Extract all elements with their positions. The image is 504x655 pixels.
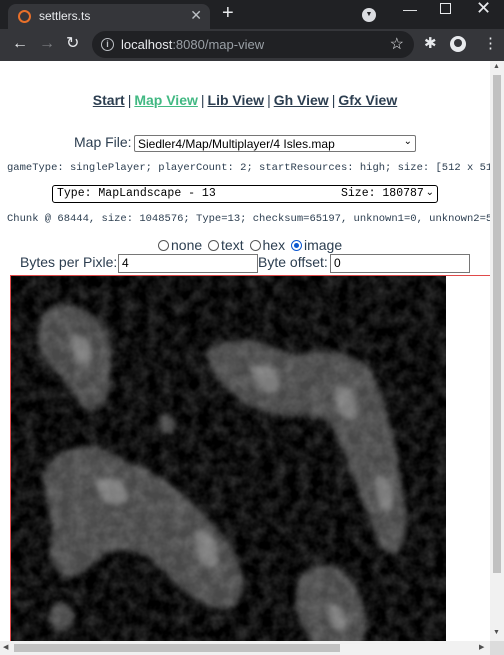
map-landscape-render — [11, 276, 446, 655]
radio-button[interactable] — [208, 240, 220, 251]
kebab-menu-icon[interactable]: ⋮ — [483, 34, 498, 52]
bookmark-star-icon[interactable]: ☆ — [390, 34, 404, 54]
radio-button-checked[interactable] — [290, 240, 302, 251]
site-info-icon[interactable]: i — [101, 38, 114, 51]
browser-titlebar: settlers.ts ✕ + ▼ — ✕ — [0, 0, 504, 29]
nav-link-map-view[interactable]: Map View — [134, 92, 198, 108]
scroll-left-arrow-icon[interactable]: ◀ — [3, 643, 8, 651]
nav-link-lib-view[interactable]: Lib View — [208, 92, 265, 108]
scroll-up-arrow-icon[interactable]: ▲ — [493, 63, 500, 70]
address-bar[interactable]: i localhost:8080/map-view ☆ — [92, 31, 414, 58]
horizontal-scrollbar[interactable]: ◀ ▶ — [0, 641, 490, 655]
radio-option-hex[interactable]: hex — [249, 237, 285, 253]
byte-offset-label: Byte offset: — [258, 254, 328, 270]
radio-option-text[interactable]: text — [208, 237, 244, 253]
view-mode-radio-group: none text hex image — [158, 237, 344, 253]
window-maximize-button[interactable] — [440, 3, 451, 14]
radio-button[interactable] — [249, 240, 261, 251]
back-arrow-icon[interactable]: ← — [12, 34, 28, 54]
vertical-scroll-thumb[interactable] — [493, 75, 501, 573]
forward-arrow-icon[interactable]: → — [39, 34, 55, 54]
radio-option-image[interactable]: image — [290, 237, 342, 253]
scroll-right-arrow-icon[interactable]: ▶ — [479, 643, 484, 651]
page-content: Start | Map View | Lib View | Gh View | Gfx View… — [0, 61, 504, 655]
chunk-info: Chunk @ 68444, size: 1048576; Type=13; c… — [7, 213, 504, 225]
radio-button[interactable] — [158, 240, 169, 251]
chunk-select[interactable]: Type: MapLandscape - 13 Size: 180787 ⌄ — [52, 185, 438, 203]
map-file-select[interactable]: Siedler4/Map/Multiplayer/4 Isles.map ⌄ — [134, 135, 416, 152]
app-favicon-icon — [18, 10, 31, 23]
map-landscape-image — [11, 276, 446, 655]
browser-tab[interactable]: settlers.ts ✕ — [8, 4, 210, 29]
radio-option-none[interactable]: none — [158, 237, 202, 253]
vertical-scrollbar[interactable]: ▲ ▼ — [490, 61, 504, 641]
chunk-type-text: Type: MapLandscape - 13 — [57, 187, 216, 200]
scroll-down-arrow-icon[interactable]: ▼ — [493, 629, 500, 636]
chunk-size-text: Size: 180787 — [341, 187, 424, 200]
tab-search-icon[interactable]: ▼ — [362, 8, 376, 22]
browser-toolbar: ← → ↻ i localhost:8080/map-view ☆ ✱ ⋮ — [0, 29, 504, 61]
nav-link-gfx-view[interactable]: Gfx View — [338, 92, 397, 108]
new-tab-button[interactable]: + — [222, 2, 234, 24]
profile-avatar-icon[interactable] — [450, 36, 466, 52]
window-minimize-button[interactable]: — — [403, 1, 417, 17]
url-text[interactable]: localhost:8080/map-view — [121, 37, 264, 52]
map-file-label: Map File: — [74, 134, 132, 150]
reload-icon[interactable]: ↻ — [66, 34, 79, 54]
extensions-puzzle-icon[interactable]: ✱ — [424, 34, 437, 52]
horizontal-scroll-thumb[interactable] — [14, 644, 340, 652]
tab-title: settlers.ts — [39, 9, 91, 23]
byte-offset-input[interactable]: 0 — [330, 254, 470, 273]
bytes-per-pixle-label: Bytes per Pixle: — [20, 254, 118, 270]
chevron-down-icon: ⌄ — [425, 187, 434, 198]
nav-link-start[interactable]: Start — [93, 92, 125, 108]
nav-link-gh-view[interactable]: Gh View — [274, 92, 329, 108]
main-nav: Start | Map View | Lib View | Gh View | Gfx View — [92, 92, 398, 108]
chevron-down-icon: ⌄ — [403, 136, 412, 147]
map-meta-info: gameType: singlePlayer; playerCount: 2; … — [7, 162, 504, 174]
scrollbar-corner — [490, 641, 504, 655]
bytes-per-pixle-input[interactable]: 4 — [118, 254, 258, 273]
map-file-selected: Siedler4/Map/Multiplayer/4 Isles.map — [138, 137, 335, 151]
window-close-button[interactable]: ✕ — [476, 0, 491, 19]
tab-close-icon[interactable]: ✕ — [190, 7, 202, 24]
